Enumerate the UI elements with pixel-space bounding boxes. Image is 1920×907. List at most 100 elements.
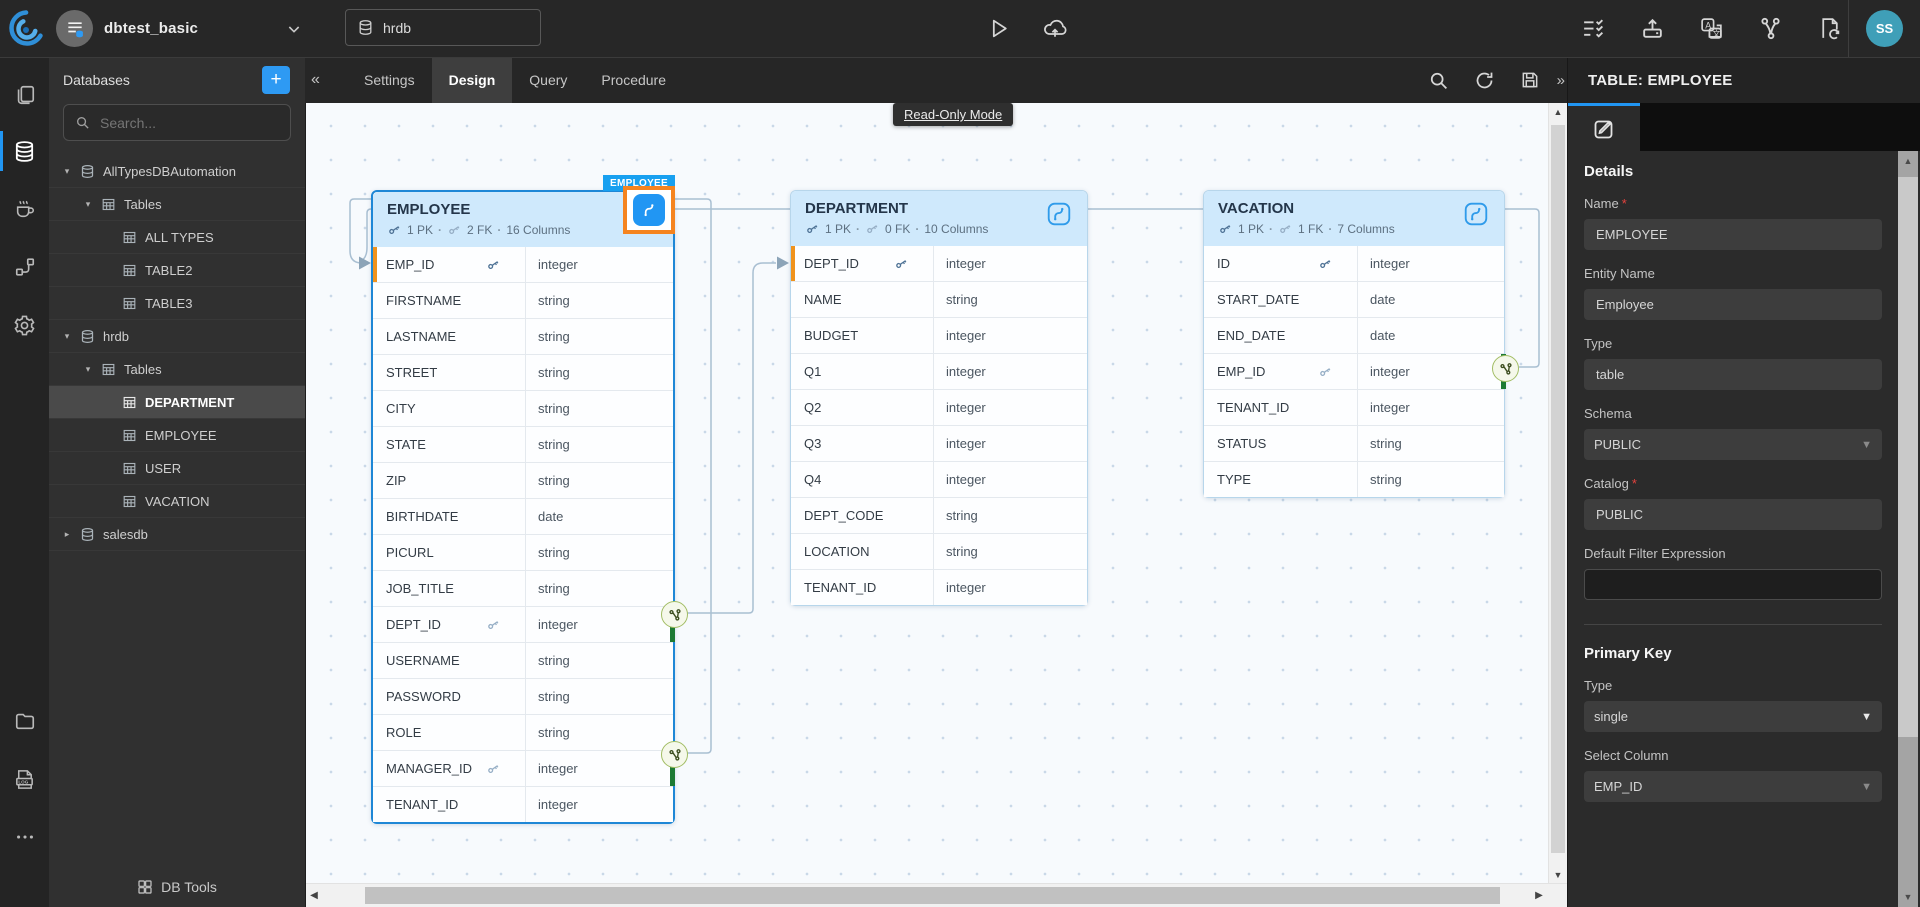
coffee-icon[interactable] <box>0 185 49 233</box>
user-avatar[interactable]: SS <box>1866 10 1903 47</box>
logs-icon[interactable]: LOG <box>0 755 49 803</box>
collapse-sidebar-chevrons[interactable]: « <box>311 57 320 103</box>
vertical-scroll-thumb[interactable] <box>1551 125 1565 853</box>
entity-header[interactable]: VACATION 1 PK · 1 FK · 7 Columns <box>1204 191 1504 246</box>
entity-header[interactable]: DEPARTMENT 1 PK · 0 FK · 10 Columns <box>791 191 1087 246</box>
field-text-input[interactable] <box>1595 576 1871 593</box>
horizontal-scroll-thumb[interactable] <box>365 887 1500 904</box>
settings-gear-icon[interactable] <box>0 301 49 349</box>
panel-scroll-thumb[interactable] <box>1898 177 1918 737</box>
task-list-icon[interactable] <box>1580 15 1606 41</box>
tree-caret-icon[interactable]: ▸ <box>61 529 73 540</box>
column-row-q1[interactable]: Q1integer <box>791 353 1087 389</box>
column-row-tenant_id[interactable]: TENANT_IDinteger <box>791 569 1087 605</box>
column-row-emp_id[interactable]: EMP_IDinteger <box>373 247 673 282</box>
field-input[interactable] <box>1584 289 1882 320</box>
file-refresh-icon[interactable] <box>1816 15 1842 41</box>
folder-icon[interactable] <box>0 697 49 745</box>
edit-tab[interactable] <box>1568 103 1640 151</box>
column-row-street[interactable]: STREETstring <box>373 354 673 390</box>
field-input[interactable] <box>1584 499 1882 530</box>
db-tools-footer[interactable]: DB Tools <box>49 879 305 895</box>
column-row-emp_id[interactable]: EMP_IDinteger <box>1204 353 1504 389</box>
tab-design[interactable]: Design <box>432 57 513 103</box>
pages-icon[interactable] <box>0 71 49 119</box>
tree-item-employee[interactable]: EMPLOYEE <box>49 419 305 452</box>
tree-item-table2[interactable]: TABLE2 <box>49 254 305 287</box>
tab-procedure[interactable]: Procedure <box>584 57 683 103</box>
entity-route-icon[interactable] <box>1046 201 1074 229</box>
tree-caret-icon[interactable]: ▾ <box>82 199 94 210</box>
export-device-icon[interactable] <box>1639 15 1665 41</box>
field-select[interactable]: single▼ <box>1584 701 1882 732</box>
sidebar-search[interactable] <box>63 104 291 141</box>
column-row-job_title[interactable]: JOB_TITLEstring <box>373 570 673 606</box>
tree-item-tables[interactable]: ▾Tables <box>49 188 305 221</box>
add-connection-button[interactable]: + <box>262 66 290 94</box>
workspace-name[interactable]: dbtest_basic <box>104 0 198 57</box>
column-row-password[interactable]: PASSWORDstring <box>373 678 673 714</box>
tab-settings[interactable]: Settings <box>347 57 432 103</box>
field-text-input[interactable] <box>1594 506 1872 523</box>
tree-item-tables[interactable]: ▾Tables <box>49 353 305 386</box>
canvas-horizontal-scrollbar[interactable]: ◀ ▶ <box>305 883 1567 907</box>
column-row-zip[interactable]: ZIPstring <box>373 462 673 498</box>
selected-entity-marker[interactable] <box>623 186 675 234</box>
save-icon[interactable] <box>1517 67 1543 93</box>
scroll-left-arrow[interactable]: ◀ <box>305 884 323 907</box>
tree-item-department[interactable]: DEPARTMENT <box>49 386 305 419</box>
entity-card-vacation[interactable]: VACATION 1 PK · 1 FK · 7 ColumnsIDintege… <box>1203 190 1505 498</box>
translate-icon[interactable]: A 文 <box>1698 15 1724 41</box>
column-row-end_date[interactable]: END_DATEdate <box>1204 317 1504 353</box>
workspace-avatar[interactable] <box>56 10 93 47</box>
tree-item-user[interactable]: USER <box>49 452 305 485</box>
column-row-q3[interactable]: Q3integer <box>791 425 1087 461</box>
field-text-input[interactable] <box>1594 226 1872 243</box>
field-select[interactable]: PUBLIC▼ <box>1584 429 1882 460</box>
entity-card-employee[interactable]: EMPLOYEEEMPLOYEE 1 PK · 2 FK · 16 Column… <box>371 190 675 824</box>
column-row-location[interactable]: LOCATIONstring <box>791 533 1087 569</box>
column-row-dept_id[interactable]: DEPT_IDinteger <box>791 246 1087 281</box>
column-row-state[interactable]: STATEstring <box>373 426 673 462</box>
column-row-q4[interactable]: Q4integer <box>791 461 1087 497</box>
column-row-lastname[interactable]: LASTNAMEstring <box>373 318 673 354</box>
erd-canvas[interactable]: Read-Only Mode EMPLOYEEEMPLOYEE 1 PK · 2… <box>305 103 1567 907</box>
field-input[interactable] <box>1584 569 1882 600</box>
column-row-type[interactable]: TYPEstring <box>1204 461 1504 497</box>
search-input[interactable] <box>98 114 262 132</box>
field-input[interactable] <box>1584 219 1882 250</box>
column-row-tenant_id[interactable]: TENANT_IDinteger <box>1204 389 1504 425</box>
tree-item-alltypesdbautomation[interactable]: ▾AllTypesDBAutomation <box>49 155 305 188</box>
diagram-search-icon[interactable] <box>1425 67 1451 93</box>
scroll-down-arrow[interactable]: ▼ <box>1549 866 1567 884</box>
column-row-picurl[interactable]: PICURLstring <box>373 534 673 570</box>
column-row-username[interactable]: USERNAMEstring <box>373 642 673 678</box>
tree-caret-icon[interactable]: ▾ <box>61 166 73 177</box>
entity-card-department[interactable]: DEPARTMENT 1 PK · 0 FK · 10 ColumnsDEPT_… <box>790 190 1088 606</box>
column-row-status[interactable]: STATUSstring <box>1204 425 1504 461</box>
column-row-start_date[interactable]: START_DATEdate <box>1204 281 1504 317</box>
refresh-icon[interactable] <box>1471 67 1497 93</box>
field-select[interactable]: EMP_ID▼ <box>1584 771 1882 802</box>
tree-item-vacation[interactable]: VACATION <box>49 485 305 518</box>
panel-scroll-up-arrow[interactable]: ▲ <box>1898 151 1918 171</box>
column-row-q2[interactable]: Q2integer <box>791 389 1087 425</box>
expand-panel-chevrons[interactable]: » <box>1557 57 1565 103</box>
flow-icon[interactable] <box>0 243 49 291</box>
column-row-dept_id[interactable]: DEPT_IDinteger <box>373 606 673 642</box>
tree-item-hrdb[interactable]: ▾hrdb <box>49 320 305 353</box>
more-ellipsis-icon[interactable] <box>0 813 49 861</box>
canvas-vertical-scrollbar[interactable]: ▲ ▼ <box>1548 103 1567 884</box>
relation-connector-icon[interactable] <box>1492 355 1519 382</box>
column-row-role[interactable]: ROLEstring <box>373 714 673 750</box>
tree-item-salesdb[interactable]: ▸salesdb <box>49 518 305 551</box>
run-button[interactable] <box>985 15 1011 41</box>
connection-selector[interactable]: hrdb <box>345 9 541 46</box>
column-row-city[interactable]: CITYstring <box>373 390 673 426</box>
tree-caret-icon[interactable]: ▾ <box>82 364 94 375</box>
relation-connector-icon[interactable] <box>661 741 688 768</box>
column-row-tenant_id[interactable]: TENANT_IDinteger <box>373 786 673 822</box>
field-text-input[interactable] <box>1594 296 1872 313</box>
share-graph-icon[interactable] <box>1757 15 1783 41</box>
column-row-birthdate[interactable]: BIRTHDATEdate <box>373 498 673 534</box>
